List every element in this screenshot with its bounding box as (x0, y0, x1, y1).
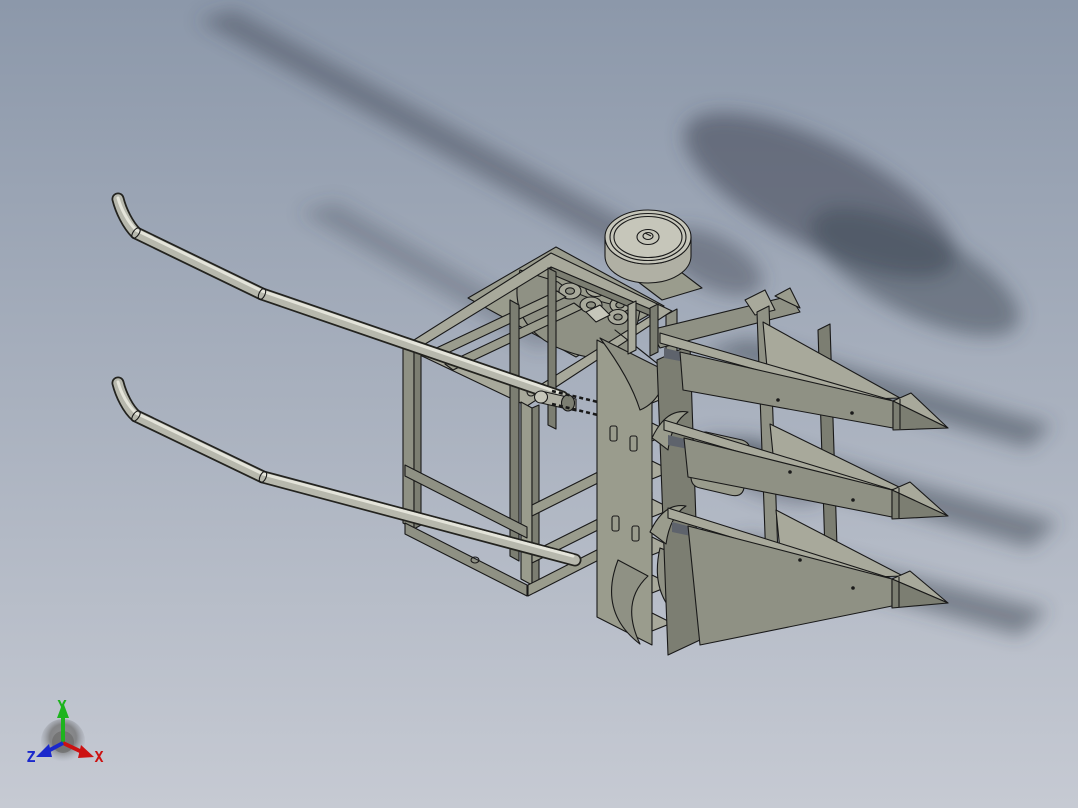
model-canvas: Y X Z (26, 10, 1058, 766)
x-axis-label: X (94, 748, 103, 766)
axis-triad: Y X Z (26, 697, 103, 766)
cad-viewport[interactable]: Y X Z (0, 0, 1078, 808)
y-axis-label: Y (57, 697, 66, 715)
z-axis-label: Z (26, 748, 35, 766)
handlebar-lower (111, 376, 582, 567)
